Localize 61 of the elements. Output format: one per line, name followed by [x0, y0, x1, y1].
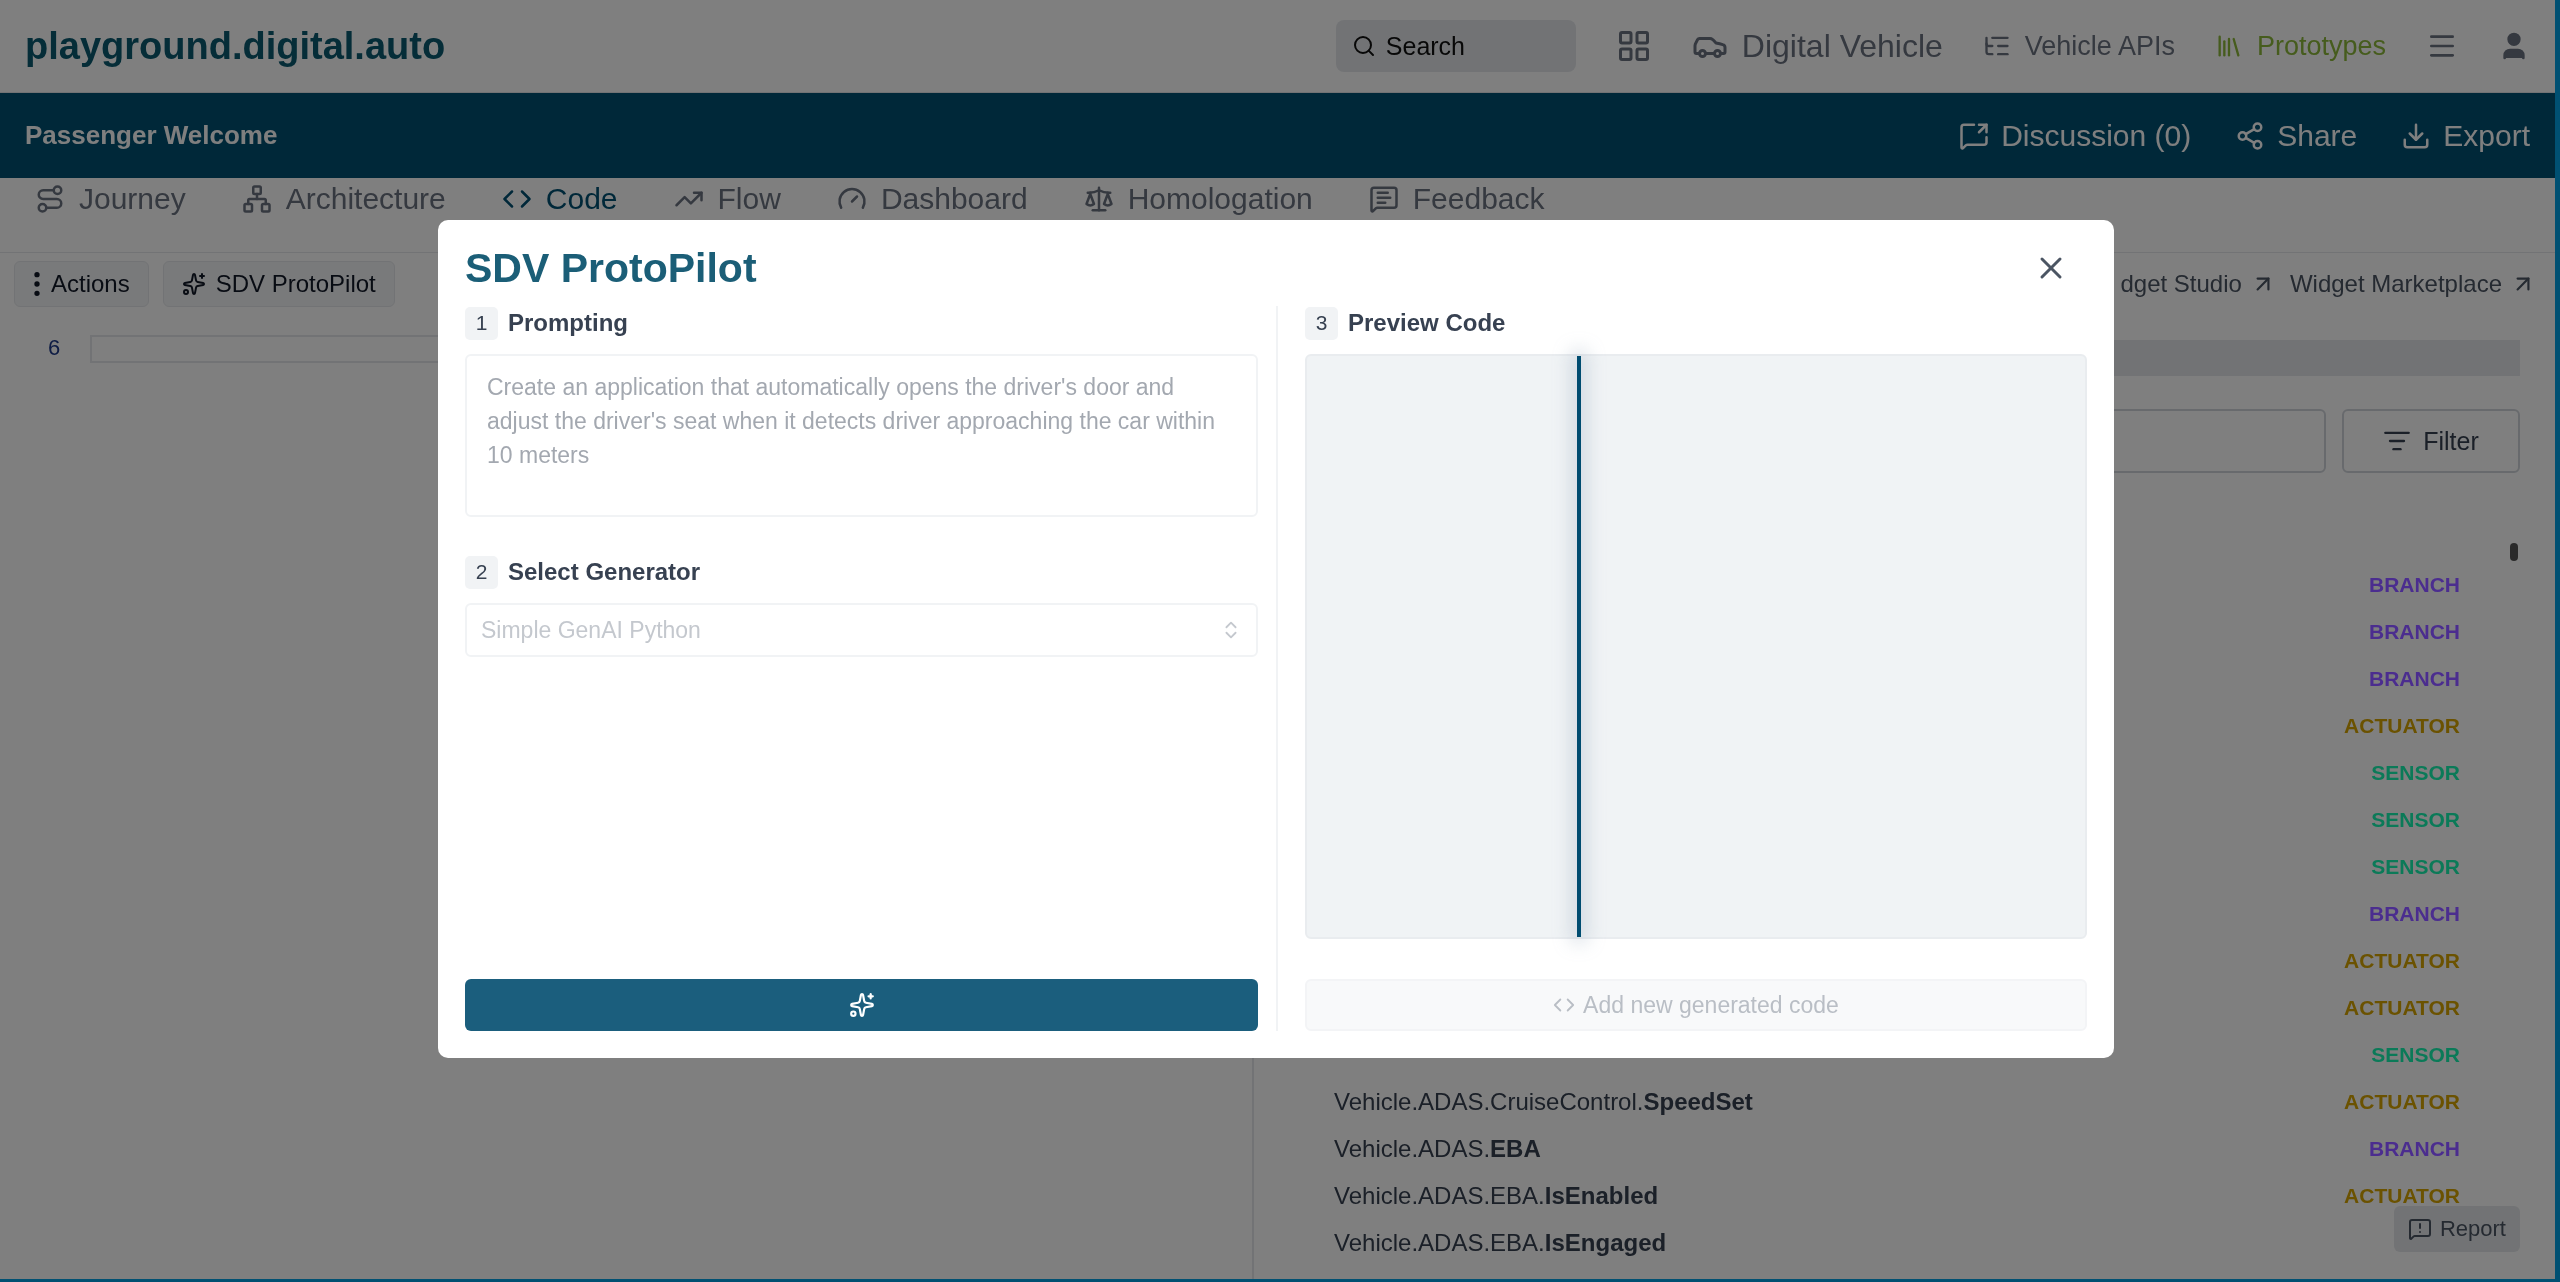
nav-link[interactable]: Prototypes: [2214, 30, 2386, 62]
signal-name[interactable]: Vehicle.ADAS.EBA: [1334, 1134, 1541, 1163]
route-icon: [35, 184, 65, 214]
signal-name[interactable]: Vehicle.ADAS.CruiseControl.SpeedSet: [1334, 1087, 1753, 1116]
filter-button[interactable]: Filter: [2342, 409, 2520, 473]
step-label: Preview Code: [1348, 309, 1506, 337]
chat-icon: [1959, 120, 1990, 151]
report-icon: [2407, 1217, 2432, 1241]
toolbar-button[interactable]: Actions: [14, 261, 149, 307]
header-action[interactable]: Discussion (0): [1959, 118, 2192, 153]
step-number: 3: [1305, 306, 1338, 340]
signal-type: ACTUATOR: [2344, 948, 2460, 973]
header-action[interactable]: Export: [2401, 118, 2530, 153]
signal-type: BRANCH: [2369, 666, 2460, 691]
tab[interactable]: Journey: [35, 182, 186, 216]
signal-type: BRANCH: [2369, 572, 2460, 597]
tab[interactable]: Flow: [673, 182, 781, 216]
signal-type: SENSOR: [2371, 854, 2460, 879]
prompt-field[interactable]: Create an application that automatically opens the driver's door and adjust the driver's seat when it detects driver approaching the car within 10 meters: [465, 354, 1258, 517]
step-label: Prompting: [508, 309, 628, 337]
signal-type: ACTUATOR: [2344, 1183, 2460, 1208]
scrollbar[interactable]: [2510, 543, 2518, 561]
step-label: Select Generator: [508, 558, 701, 586]
dialog-title: SDV ProtoPilot: [465, 244, 757, 292]
header-action[interactable]: Share: [2235, 118, 2358, 153]
sparkle-icon: [181, 272, 206, 296]
signal-type: BRANCH: [2369, 901, 2460, 926]
signal-type: ACTUATOR: [2344, 713, 2460, 738]
signal-type: ACTUATOR: [2344, 995, 2460, 1020]
signal-type: BRANCH: [2369, 1136, 2460, 1161]
logo[interactable]: playground.digital.auto: [25, 24, 1296, 68]
tab[interactable]: Feedback: [1368, 182, 1545, 216]
nav-link[interactable]: Digital Vehicle: [1691, 27, 1943, 65]
search-field[interactable]: Search: [1335, 20, 1576, 72]
signal-name[interactable]: Vehicle.ADAS.EBA.IsEnabled: [1334, 1181, 1659, 1210]
nav-link[interactable]: Vehicle APIs: [1982, 30, 2175, 62]
tab[interactable]: Code: [501, 182, 618, 216]
splitter-handle[interactable]: [1577, 356, 1581, 937]
signal-type: ACTUATOR: [2344, 1089, 2460, 1114]
step-number: 2: [465, 555, 498, 589]
chat-icon: [1368, 184, 1399, 214]
tab[interactable]: Architecture: [241, 182, 446, 216]
signal-type: SENSOR: [2371, 760, 2460, 785]
step-number: 1: [465, 306, 498, 340]
scale-icon: [1083, 184, 1114, 214]
signal-type: SENSOR: [2371, 1042, 2460, 1067]
tab[interactable]: Dashboard: [836, 182, 1028, 216]
report-button[interactable]: Report: [2393, 1206, 2520, 1252]
external-link[interactable]: Widget Marketplace: [2289, 270, 2536, 298]
signal-type: SENSOR: [2371, 807, 2460, 832]
tab[interactable]: Homologation: [1083, 182, 1313, 216]
network-icon: [241, 184, 272, 214]
external-link[interactable]: dget Studio: [2120, 270, 2276, 298]
signal-type: BRANCH: [2369, 619, 2460, 644]
dots-icon: [33, 272, 41, 296]
toolbar-button[interactable]: SDV ProtoPilot: [162, 261, 395, 307]
search-icon: [1351, 34, 1376, 58]
prototype-title: Passenger Welcome: [25, 120, 279, 151]
line-number: 6: [48, 335, 61, 361]
signal-name[interactable]: Vehicle.ADAS.EBA.IsEngaged: [1334, 1228, 1667, 1257]
sparkle-icon: [848, 992, 875, 1018]
